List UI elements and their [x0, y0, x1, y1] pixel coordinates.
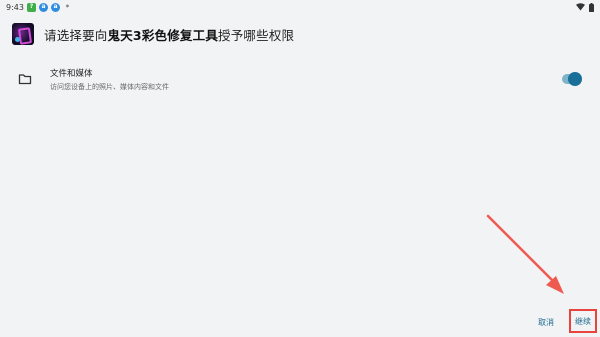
- permission-toggle[interactable]: [562, 72, 582, 86]
- annotation-arrow: [486, 214, 564, 294]
- app-blue-icon-2: a: [50, 2, 60, 12]
- status-bar: 9:43 ? a a •: [0, 0, 600, 14]
- title-prefix: 请选择要向: [44, 27, 108, 43]
- cancel-button[interactable]: 取消: [530, 314, 562, 330]
- continue-button[interactable]: 继续: [569, 309, 597, 333]
- title-app-name: 鬼天3彩色修复工具: [107, 27, 219, 43]
- status-time: 9:43: [6, 2, 24, 12]
- app-icon: [12, 23, 34, 45]
- app-gray-icon: •: [64, 2, 71, 11]
- permission-dialog-screen: 9:43 ? a a • 请选择要向鬼天3彩色修复工具授予哪些权限 文件和媒体 …: [0, 0, 600, 337]
- permission-subtitle: 访问您设备上的照片、媒体内容和文件: [50, 82, 169, 91]
- permission-title: 文件和媒体: [50, 68, 93, 79]
- dialog-title: 请选择要向鬼天3彩色修复工具授予哪些权限: [44, 25, 294, 44]
- battery-icon: [589, 2, 594, 12]
- dialog-header: 请选择要向鬼天3彩色修复工具授予哪些权限: [12, 22, 294, 46]
- title-suffix: 授予哪些权限: [218, 27, 295, 43]
- app-blue-icon-1: a: [38, 2, 48, 12]
- status-left: 9:43 ? a a •: [6, 2, 72, 12]
- permission-row-files-media[interactable]: 文件和媒体 访问您设备上的照片、媒体内容和文件: [14, 64, 586, 94]
- status-right: [576, 2, 594, 12]
- wifi-icon: [576, 3, 585, 11]
- permission-text: 文件和媒体 访问您设备上的照片、媒体内容和文件: [50, 67, 169, 92]
- folder-icon: [18, 74, 32, 85]
- app-green-icon: ?: [26, 2, 36, 12]
- toggle-knob: [568, 72, 582, 86]
